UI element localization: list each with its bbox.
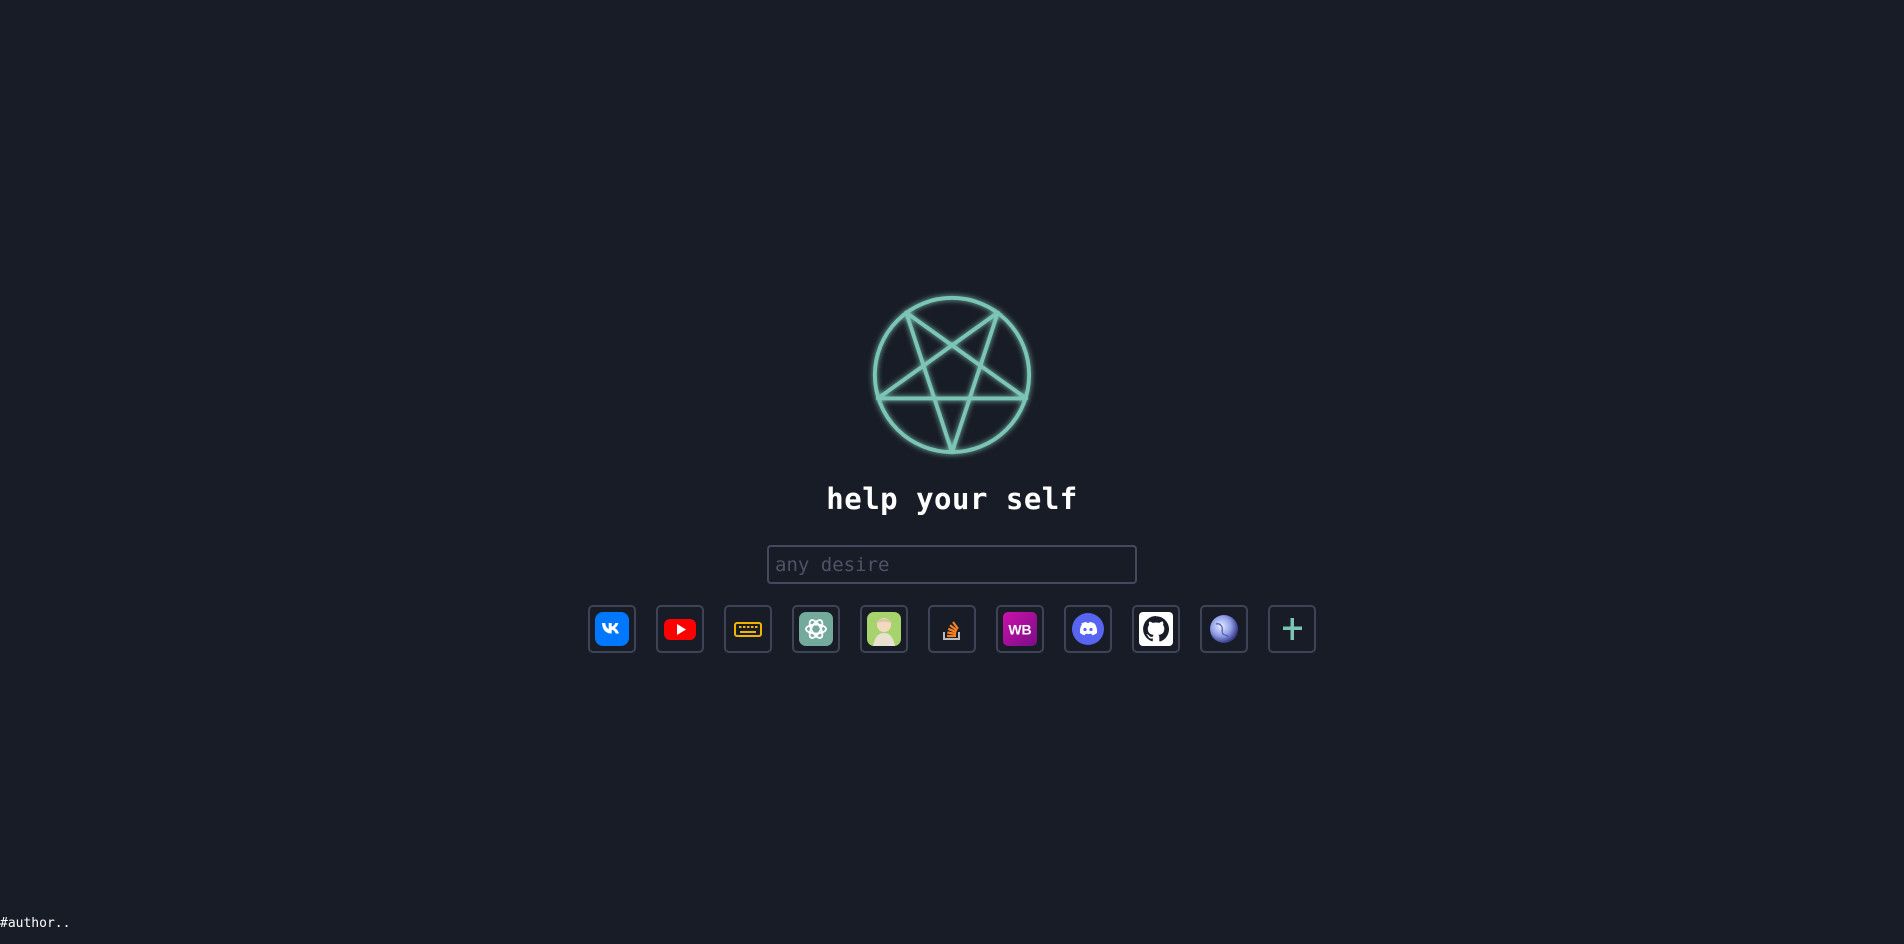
- anime-avatar-icon: [867, 612, 901, 646]
- search-input[interactable]: [767, 545, 1137, 584]
- keyboard-icon: [734, 622, 762, 637]
- chatgpt-icon: [799, 612, 833, 646]
- author-link[interactable]: #author..: [0, 916, 70, 931]
- github-icon: [1139, 612, 1173, 646]
- shortcut-vk[interactable]: [588, 605, 636, 653]
- vk-icon: [595, 612, 629, 646]
- add-shortcut-button[interactable]: [1268, 605, 1316, 653]
- shortcut-bar: WB: [588, 605, 1316, 653]
- shortcut-discord[interactable]: [1064, 605, 1112, 653]
- shortcut-globe[interactable]: [1200, 605, 1248, 653]
- shortcut-youtube[interactable]: [656, 605, 704, 653]
- youtube-icon: [664, 619, 696, 640]
- wildberries-icon: WB: [1003, 612, 1037, 646]
- pentagram-logo: [869, 292, 1035, 458]
- plus-icon: [1283, 618, 1302, 640]
- stackoverflow-icon: [943, 621, 960, 640]
- pentagram-icon: [872, 295, 1032, 455]
- shortcut-github[interactable]: [1132, 605, 1180, 653]
- shortcut-keyboard[interactable]: [724, 605, 772, 653]
- discord-icon: [1072, 613, 1104, 645]
- page: help your self any desire WB #author..: [0, 0, 1904, 944]
- globe-icon: [1210, 615, 1238, 643]
- shortcut-anime[interactable]: [860, 605, 908, 653]
- shortcut-chatgpt[interactable]: [792, 605, 840, 653]
- page-title: help your self: [826, 482, 1078, 516]
- wildberries-label: WB: [1008, 622, 1031, 638]
- shortcut-stackoverflow[interactable]: [928, 605, 976, 653]
- shortcut-wildberries[interactable]: WB: [996, 605, 1044, 653]
